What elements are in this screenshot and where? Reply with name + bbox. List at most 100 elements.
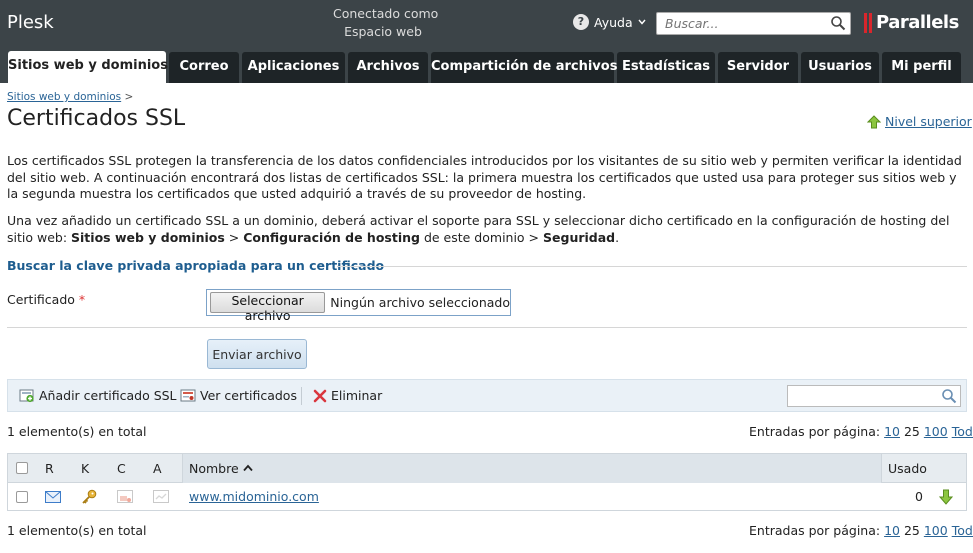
download-arrow-icon[interactable]	[939, 489, 953, 505]
list-toolbar: Añadir certificado SSL Ver certificados …	[7, 379, 967, 412]
row-select-cell	[16, 483, 28, 510]
total-count-top: 1 elemento(s) en total	[7, 424, 147, 439]
search-icon[interactable]	[830, 15, 846, 31]
tab-servidor[interactable]: Servidor	[718, 52, 798, 83]
per-page-10[interactable]: 10	[884, 523, 900, 538]
toolbar-separator	[301, 387, 302, 405]
top-bar: Plesk Conectado como Espacio web ? Ayuda…	[0, 0, 973, 50]
per-page-100[interactable]: 100	[924, 523, 948, 538]
add-ssl-button[interactable]: Añadir certificado SSL	[19, 388, 177, 403]
tab-correo[interactable]: Correo	[169, 52, 239, 83]
col-name[interactable]: Nombre	[189, 454, 253, 482]
section-divider	[337, 266, 967, 267]
arrow-up-icon	[867, 114, 881, 128]
desc2-end: .	[615, 229, 620, 245]
per-page-all[interactable]: Todas	[952, 424, 973, 439]
desc2-bold-2: Configuración de hosting	[243, 229, 420, 245]
table-row: www.midominio.com 0	[8, 483, 966, 510]
view-certificates-button[interactable]: Ver certificados	[180, 388, 297, 403]
breadcrumb: Sitios web y dominios >	[7, 91, 133, 103]
parallels-wordmark: Parallels	[876, 12, 959, 33]
chevron-down-icon	[638, 19, 646, 25]
parallels-brand: Parallels	[864, 12, 959, 33]
tab-estadisticas[interactable]: Estadísticas	[617, 52, 715, 83]
select-all-cell	[16, 454, 28, 482]
help-menu[interactable]: ? Ayuda	[573, 14, 646, 30]
total-count-bottom: 1 elemento(s) en total	[7, 523, 147, 538]
delete-label: Eliminar	[331, 388, 383, 403]
key-icon-cell	[81, 483, 97, 510]
used-count: 0	[915, 489, 923, 504]
send-file-button[interactable]: Enviar archivo	[207, 339, 307, 369]
desc2-bold-3: Seguridad	[543, 229, 616, 245]
up-level-link[interactable]: Nivel superior	[867, 114, 972, 129]
per-page-25: 25	[903, 424, 920, 439]
breadcrumb-link[interactable]: Sitios web y dominios	[7, 91, 121, 103]
col-c: C	[117, 460, 126, 476]
connected-line-2: Espacio web	[344, 24, 422, 39]
certificate-label: Certificado *	[7, 292, 85, 307]
select-all-checkbox[interactable]	[16, 462, 28, 474]
up-level-label[interactable]: Nivel superior	[885, 114, 972, 129]
tab-aplicaciones[interactable]: Aplicaciones	[242, 52, 345, 83]
tab-usuarios[interactable]: Usuarios	[801, 52, 879, 83]
tab-sitios-web[interactable]: Sitios web y dominios	[8, 51, 168, 83]
breadcrumb-separator: >	[124, 91, 134, 103]
search-icon[interactable]	[941, 388, 957, 404]
per-page-bottom: Entradas por página: 10 25 100 Todas	[749, 523, 973, 538]
desc2-sep: >	[224, 229, 244, 245]
col-r: R	[45, 460, 54, 476]
envelope-icon[interactable]	[45, 490, 61, 503]
per-page-10[interactable]: 10	[884, 424, 900, 439]
parallels-bars-icon	[864, 12, 872, 33]
row-checkbox[interactable]	[16, 490, 28, 503]
per-page-label: Entradas por página:	[749, 424, 881, 439]
view-certificate-icon	[180, 389, 196, 401]
desc2-mid: de este dominio >	[419, 229, 544, 245]
file-status: Ningún archivo seleccionado	[330, 295, 510, 310]
list-search[interactable]	[787, 385, 961, 407]
certificates-table: R K C A Nombre Usado www.midominio.com 0	[7, 453, 967, 511]
global-search	[656, 12, 851, 35]
per-page-100[interactable]: 100	[924, 424, 948, 439]
global-search-input[interactable]	[657, 13, 827, 34]
request-icon-cell	[45, 483, 61, 510]
connected-as: Conectado como Espacio web	[333, 5, 439, 41]
description-paragraph-2: Una vez añadido un certificado SSL a un …	[7, 213, 967, 246]
col-separator	[182, 454, 183, 483]
table-header: R K C A Nombre Usado	[8, 454, 966, 483]
add-ssl-label: Añadir certificado SSL	[39, 388, 177, 403]
download-cell	[939, 483, 953, 510]
description-paragraph-1: Los certificados SSL protegen la transfe…	[7, 153, 962, 201]
col-a: A	[153, 460, 162, 476]
plesk-logo[interactable]: Plesk	[7, 12, 54, 33]
add-certificate-icon	[19, 389, 34, 402]
delete-icon	[313, 389, 327, 402]
main-tabs: Sitios web y dominios Correo Aplicacione…	[0, 50, 973, 83]
certificate-name-cell: www.midominio.com	[189, 483, 319, 510]
sort-asc-icon	[242, 464, 253, 472]
per-page-label: Entradas por página:	[749, 523, 881, 538]
per-page-all[interactable]: Todas	[952, 523, 973, 538]
col-used: Usado	[888, 460, 927, 476]
certificate-label-text: Certificado	[7, 292, 75, 307]
ca-icon-cell	[153, 483, 169, 510]
help-label: Ayuda	[594, 14, 633, 30]
form-divider	[7, 327, 967, 328]
per-page-25: 25	[903, 523, 920, 538]
certificate-file-input[interactable]: Seleccionar archivo Ningún archivo selec…	[206, 289, 511, 323]
certificate-icon[interactable]	[117, 489, 133, 504]
sorted-column-bg	[182, 454, 881, 483]
tab-mi-perfil[interactable]: Mi perfil	[882, 52, 961, 83]
col-k: K	[81, 460, 90, 476]
connected-line-1: Conectado como	[333, 6, 439, 21]
certificate-name-link[interactable]: www.midominio.com	[189, 489, 319, 504]
tab-archivos[interactable]: Archivos	[348, 52, 428, 83]
key-icon[interactable]	[81, 489, 97, 505]
delete-button[interactable]: Eliminar	[313, 388, 382, 403]
tab-comparticion[interactable]: Compartición de archivos	[431, 52, 617, 83]
ca-certificate-icon[interactable]	[153, 489, 169, 504]
choose-file-button[interactable]: Seleccionar archivo	[210, 292, 326, 323]
page-title: Certificados SSL	[7, 106, 186, 131]
per-page-top: Entradas por página: 10 25 100 Todas	[749, 424, 973, 439]
